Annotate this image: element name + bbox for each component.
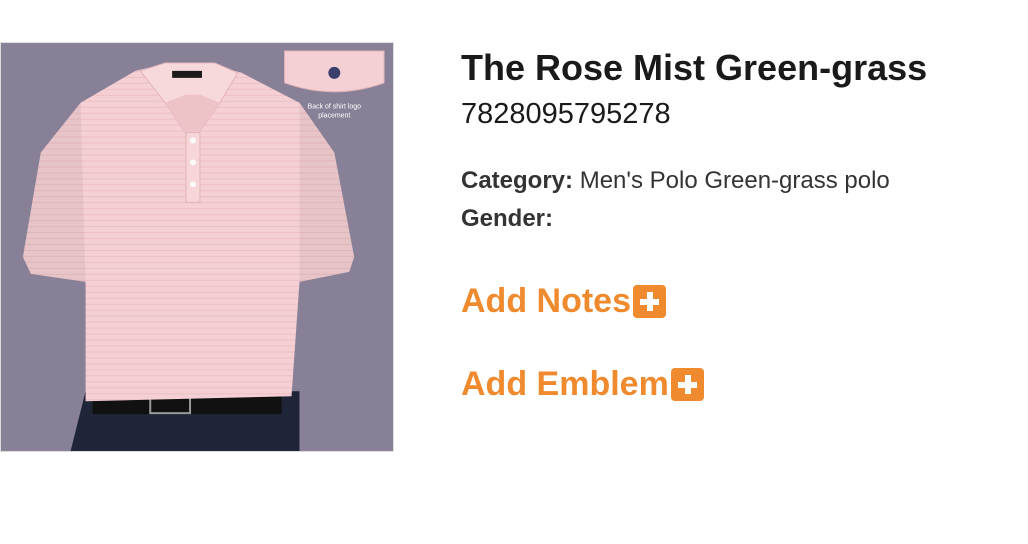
product-title: The Rose Mist Green-grass — [461, 47, 928, 88]
polo-shirt-illustration: Back of shirt logo placement — [1, 43, 393, 451]
add-notes-button[interactable]: Add Notes — [461, 282, 1021, 321]
plus-square-icon[interactable] — [670, 368, 704, 401]
gender-row: Gender: — [461, 200, 1021, 238]
add-notes-label: Add Notes — [461, 282, 631, 320]
inset-caption-line2: placement — [318, 113, 350, 120]
category-value: Men's Polo Green-grass polo — [579, 167, 890, 194]
product-image: Back of shirt logo placement — [0, 42, 394, 452]
add-emblem-button[interactable]: Add Emblem — [461, 365, 1021, 404]
product-sku: 7828095795278 — [461, 98, 671, 130]
add-emblem-label: Add Emblem — [461, 365, 669, 403]
category-row: Category: Men's Polo Green-grass polo — [461, 162, 1021, 200]
inset-caption-line1: Back of shirt logo — [308, 104, 361, 111]
plus-square-icon[interactable] — [633, 285, 666, 318]
product-meta: Category: Men's Polo Green-grass polo Ge… — [461, 162, 1021, 238]
product-info: The Rose Mist Green-grass 7828095795278 … — [461, 44, 1021, 404]
category-label: Category: — [461, 167, 574, 194]
gender-label: Gender: — [461, 205, 554, 232]
